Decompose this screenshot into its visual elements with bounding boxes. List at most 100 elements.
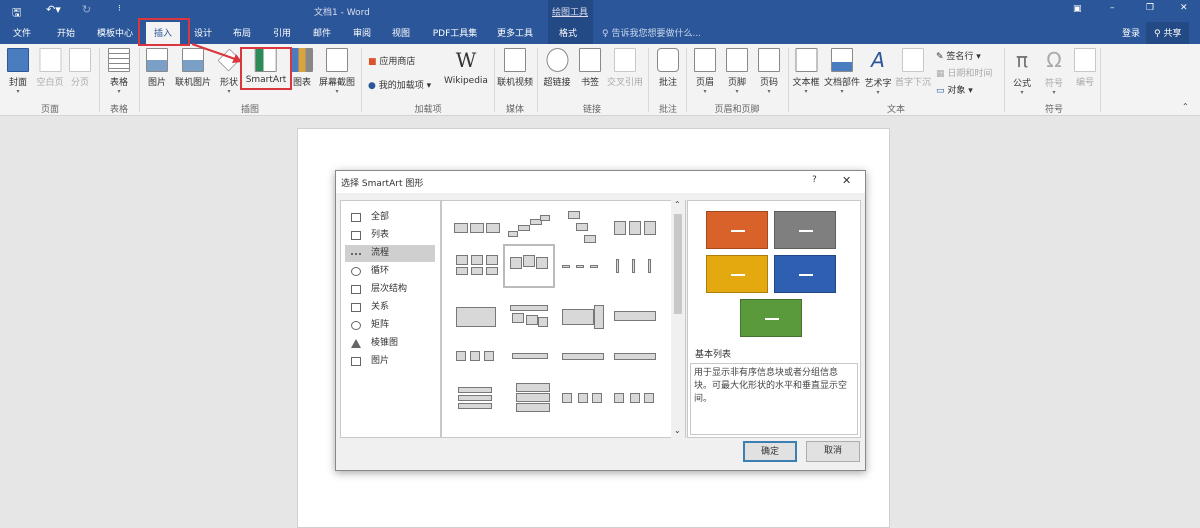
layout-thumbnail[interactable] [506, 421, 552, 437]
category-list-item[interactable]: 列表 [345, 227, 435, 244]
header-button[interactable]: 页眉 ▾ [694, 48, 716, 95]
save-icon[interactable]: 🖫 [12, 4, 21, 23]
category-pyramid[interactable]: 棱锥图 [345, 335, 435, 352]
bookmark-button[interactable]: 书签 [579, 48, 601, 88]
tab-layout[interactable]: 布局 [233, 26, 251, 39]
tab-pdf-tools[interactable]: PDF工具集 [433, 26, 478, 39]
tab-home[interactable]: 开始 [57, 26, 75, 39]
tab-file[interactable]: 文件 [13, 26, 31, 39]
layout-thumbnail[interactable] [612, 247, 658, 285]
wikipedia-button[interactable]: W Wikipedia [444, 48, 488, 86]
layout-thumbnail[interactable] [454, 209, 500, 247]
table-button[interactable]: 表格 ▾ [108, 48, 130, 95]
online-video-button[interactable]: 联机视频 [497, 48, 533, 88]
share-button[interactable]: ⚲ 共享 [1146, 22, 1190, 44]
layout-thumbnail[interactable] [612, 379, 658, 417]
layout-thumbnail[interactable] [612, 209, 658, 247]
category-hierarchy[interactable]: 层次结构 [345, 281, 435, 298]
hierarchy-icon [351, 285, 361, 294]
cover-page-button[interactable]: 封面 ▾ [7, 48, 29, 95]
layout-thumbnail[interactable] [454, 421, 500, 437]
tab-view[interactable]: 视图 [392, 26, 410, 39]
layout-thumbnail[interactable] [612, 337, 658, 375]
undo-icon[interactable]: ↶▾ [46, 3, 61, 16]
category-list: 全部 列表 流程 循环 层次结构 关系 矩阵 棱锥图 图片 [340, 200, 441, 438]
screenshot-button[interactable]: 屏幕截图 ▾ [319, 48, 355, 95]
tab-design[interactable]: 设计 [194, 26, 212, 39]
layout-thumbnail[interactable] [560, 297, 606, 335]
my-addins-button[interactable]: ● 我的加载项 ▾ [368, 78, 431, 91]
customize-qat-icon[interactable]: ⁝ [118, 4, 121, 14]
tab-review[interactable]: 审阅 [353, 26, 371, 39]
store-button[interactable]: ■ 应用商店 [368, 54, 415, 67]
tab-templates[interactable]: 模板中心 [97, 26, 133, 39]
layout-thumbnail[interactable] [454, 379, 500, 417]
cross-reference-button[interactable]: 交叉引用 [607, 48, 643, 88]
category-cycle[interactable]: 循环 [345, 263, 435, 280]
tab-more-tools[interactable]: 更多工具 [497, 26, 533, 39]
layout-thumbnail[interactable] [454, 337, 500, 375]
tab-format[interactable]: 格式 [559, 26, 577, 39]
comment-button[interactable]: 批注 [657, 48, 679, 88]
restore-icon[interactable]: ❐ [1146, 3, 1154, 13]
layout-thumbnail[interactable] [454, 247, 500, 285]
layout-thumbnail[interactable] [560, 209, 606, 247]
ok-button[interactable]: 确定 [743, 441, 797, 462]
date-time-button[interactable]: ▦ 日期和时间 [936, 66, 992, 79]
pictures-button[interactable]: 图片 [146, 48, 168, 88]
layout-thumbnail[interactable] [612, 421, 658, 437]
layout-thumbnail[interactable] [503, 244, 555, 288]
page-break-button[interactable]: 分页 [69, 48, 91, 88]
layout-thumbnail[interactable] [612, 297, 658, 335]
equation-button[interactable]: π 公式 ▾ [1013, 48, 1031, 96]
numbering-button[interactable]: 编号 [1074, 48, 1096, 88]
blank-page-button[interactable]: 空白页 [36, 48, 64, 88]
calendar-icon: ▦ [936, 69, 948, 79]
tab-mailings[interactable]: 邮件 [313, 26, 331, 39]
divider [494, 48, 495, 112]
dialog-close-button[interactable]: ✕ [842, 174, 851, 187]
scroll-thumb[interactable] [674, 214, 682, 314]
thumbnail-shape [470, 351, 480, 361]
category-picture[interactable]: 图片 [345, 353, 435, 370]
category-matrix[interactable]: 矩阵 [345, 317, 435, 334]
layout-thumbnail[interactable] [560, 379, 606, 417]
drop-cap-button[interactable]: 首字下沉 [895, 48, 931, 88]
gallery-scrollbar[interactable]: ⌃ ⌄ [671, 200, 685, 438]
layout-thumbnail[interactable] [560, 421, 606, 437]
cancel-button[interactable]: 取消 [806, 441, 860, 462]
wordart-button[interactable]: A 艺术字 ▾ [864, 48, 891, 96]
scroll-down-icon[interactable]: ⌄ [674, 426, 681, 435]
hyperlink-button[interactable]: 超链接 [543, 48, 571, 88]
layout-thumbnail[interactable] [506, 297, 552, 335]
textbox-button[interactable]: 文本框 ▾ [792, 48, 820, 95]
ribbon-display-icon[interactable]: ▣ [1073, 4, 1082, 14]
layout-thumbnail[interactable] [560, 337, 606, 375]
category-all[interactable]: 全部 [345, 209, 435, 226]
scroll-up-icon[interactable]: ⌃ [674, 200, 681, 209]
login-link[interactable]: 登录 [1122, 26, 1140, 39]
object-button[interactable]: ▭ 对象 ▾ [936, 83, 973, 96]
group-label-links: 链接 [582, 105, 602, 115]
close-icon[interactable]: ✕ [1180, 3, 1188, 13]
quick-parts-button[interactable]: 文档部件 ▾ [824, 48, 860, 95]
footer-button[interactable]: 页脚 ▾ [726, 48, 748, 95]
symbol-button[interactable]: Ω 符号 ▾ [1045, 48, 1063, 96]
category-relationship[interactable]: 关系 [345, 299, 435, 316]
chart-button[interactable]: 图表 [291, 48, 313, 88]
redo-icon[interactable]: ↻ [82, 3, 91, 16]
layout-thumbnail[interactable] [506, 379, 552, 417]
collapse-ribbon-icon[interactable]: ⌃ [1182, 102, 1189, 111]
layout-thumbnail[interactable] [454, 297, 500, 335]
page-number-button[interactable]: 页码 ▾ [758, 48, 780, 95]
layout-thumbnail[interactable] [506, 337, 552, 375]
help-button[interactable]: ? [812, 175, 817, 185]
tab-references[interactable]: 引用 [273, 26, 291, 39]
tell-me-search[interactable]: ♀ 告诉我您想要做什么... [602, 26, 701, 39]
signature-line-button[interactable]: ✎ 签名行 ▾ [936, 49, 981, 62]
minimize-icon[interactable]: – [1110, 3, 1115, 13]
layout-thumbnail[interactable] [506, 209, 552, 247]
preview-title: 基本列表 [695, 350, 732, 360]
layout-thumbnail[interactable] [560, 247, 606, 285]
category-process[interactable]: 流程 [345, 245, 435, 262]
